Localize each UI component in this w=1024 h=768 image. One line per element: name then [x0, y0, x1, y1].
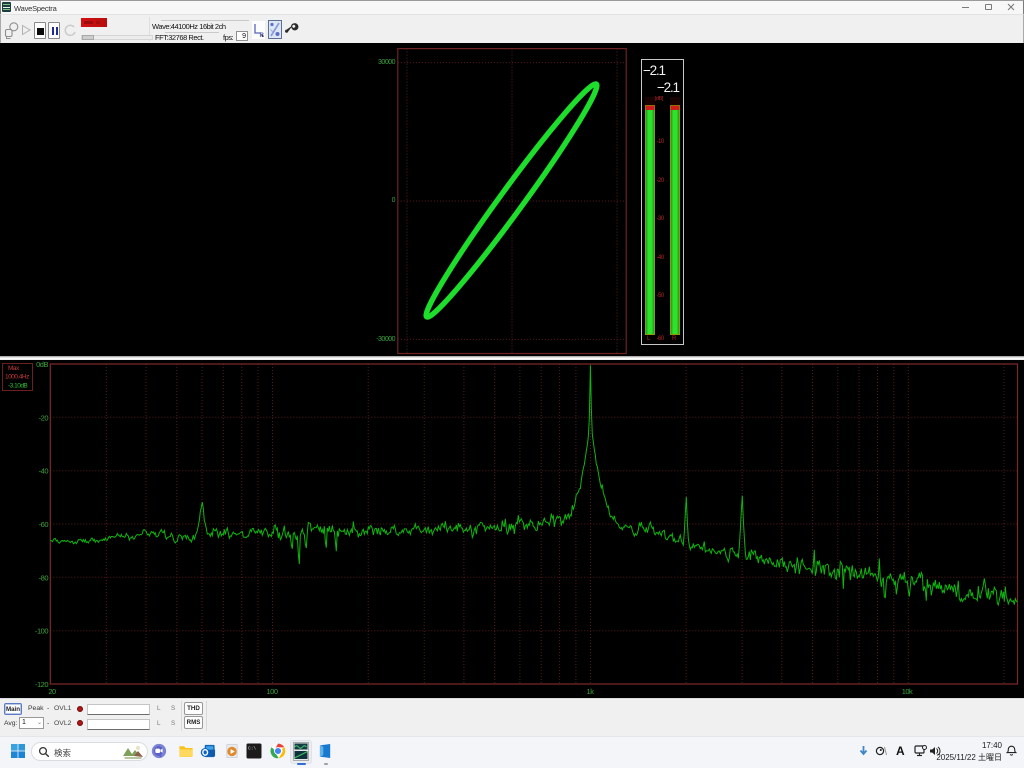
svg-text:-100: -100: [35, 627, 48, 636]
svg-text:20: 20: [48, 687, 56, 696]
svg-text:-40: -40: [39, 467, 49, 476]
svg-text:-3.10dB: -3.10dB: [8, 383, 27, 390]
svg-text:100: 100: [266, 687, 277, 696]
svg-text:C:\: C:\: [248, 746, 256, 752]
svg-text:-80: -80: [39, 573, 49, 582]
svg-text:Max: Max: [8, 365, 20, 372]
svg-text:1k: 1k: [587, 687, 595, 696]
svg-text:1000.4Hz: 1000.4Hz: [5, 374, 29, 381]
svg-text:-20: -20: [39, 413, 49, 422]
svg-text:0dB: 0dB: [36, 360, 48, 369]
svg-text:-120: -120: [35, 680, 48, 689]
svg-text:-60: -60: [39, 520, 49, 529]
svg-text:10k: 10k: [902, 687, 913, 696]
